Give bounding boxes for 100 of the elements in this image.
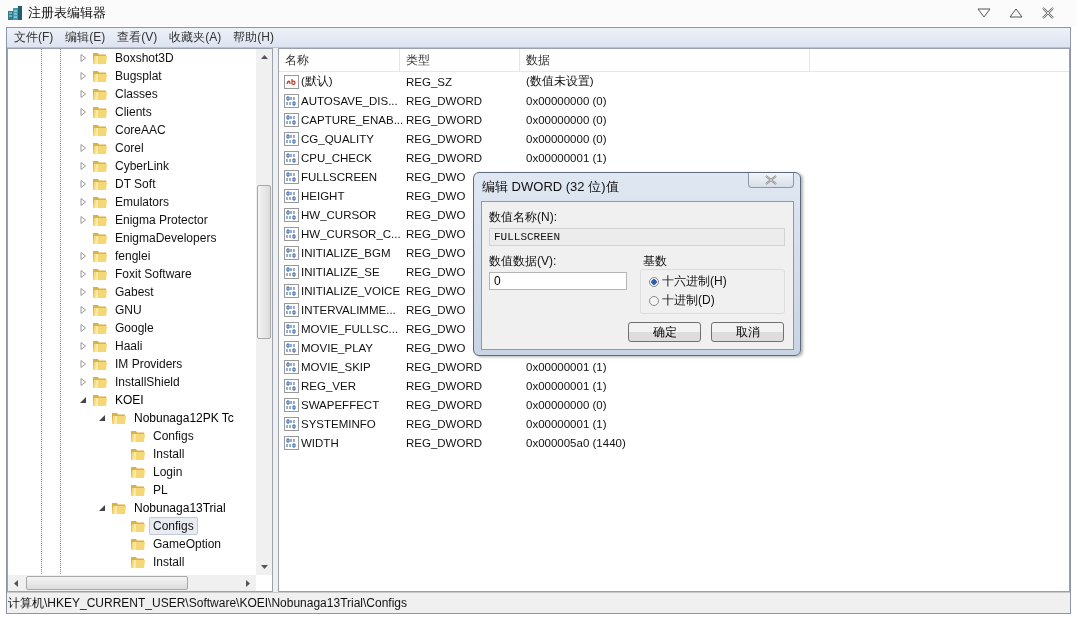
tree-item[interactable]: CoreAAC	[111, 121, 170, 139]
expanded-arrow-icon[interactable]	[97, 503, 107, 513]
collapsed-arrow-icon[interactable]	[78, 197, 88, 207]
value-name[interactable]: WIDTH	[301, 436, 339, 449]
tree-item[interactable]: Nobunaga13Trial	[130, 499, 230, 517]
collapsed-arrow-icon[interactable]	[78, 323, 88, 333]
collapsed-arrow-icon[interactable]	[78, 53, 88, 63]
column-header[interactable]: 类型	[400, 49, 520, 71]
value-name[interactable]: INITIALIZE_SE	[301, 265, 380, 278]
collapsed-arrow-icon[interactable]	[78, 161, 88, 171]
tree-item[interactable]: InstallShield	[111, 373, 184, 391]
tree-item[interactable]: Nobunaga12PK Tc	[130, 409, 238, 427]
menu-item[interactable]: 编辑(E)	[59, 29, 112, 46]
collapsed-arrow-icon[interactable]	[78, 359, 88, 369]
value-name[interactable]: INITIALIZE_BGM	[301, 246, 391, 259]
scroll-down-arrow-icon[interactable]	[260, 565, 268, 569]
menu-item[interactable]: 帮助(H)	[227, 29, 280, 46]
tree-item[interactable]: Corel	[111, 139, 148, 157]
minimize-icon[interactable]	[977, 8, 991, 18]
value-name[interactable]: HW_CURSOR	[301, 208, 377, 221]
tree-item[interactable]: Login	[149, 463, 187, 481]
tree-item[interactable]: IM Providers	[111, 355, 187, 373]
collapsed-arrow-icon[interactable]	[78, 269, 88, 279]
collapsed-arrow-icon[interactable]	[78, 143, 88, 153]
value-data-field[interactable]: 0	[489, 272, 627, 290]
tree-item[interactable]: DT Soft	[111, 175, 160, 193]
tree-item[interactable]: Install	[149, 445, 189, 463]
tree-item[interactable]: GameOption	[149, 535, 226, 553]
tree-item[interactable]: Configs	[149, 427, 198, 445]
tree-item[interactable]: Foxit Software	[111, 265, 196, 283]
collapsed-arrow-icon[interactable]	[78, 71, 88, 81]
value-name[interactable]: INTERVALIMME...	[301, 303, 396, 316]
tree-item[interactable]: PL	[149, 481, 172, 499]
menu-item[interactable]: 收藏夹(A)	[163, 29, 228, 46]
value-type: REG_DWO	[406, 303, 466, 316]
collapsed-arrow-icon[interactable]	[78, 287, 88, 297]
tree-item[interactable]: EnigmaDevelopers	[111, 229, 221, 247]
tree-item[interactable]: Boxshot3D	[111, 49, 178, 67]
value-name[interactable]: MOVIE_PLAY	[301, 341, 373, 354]
collapsed-arrow-icon[interactable]	[78, 107, 88, 117]
value-name[interactable]: FULLSCREEN	[301, 170, 378, 183]
value-name[interactable]: HW_CURSOR_C...	[301, 227, 401, 240]
value-name[interactable]: CPU_CHECK	[301, 151, 372, 164]
close-button[interactable]	[748, 173, 794, 188]
value-name[interactable]: INITIALIZE_VOICE	[301, 284, 401, 297]
dialog-button[interactable]: 确定	[628, 322, 701, 342]
close-icon[interactable]	[1041, 7, 1055, 19]
scroll-left-arrow-icon[interactable]	[14, 579, 18, 587]
dialog-button[interactable]: 取消	[711, 322, 784, 342]
value-type: REG_DWORD	[406, 132, 483, 145]
value-name[interactable]: AUTOSAVE_DIS...	[301, 94, 398, 107]
collapsed-arrow-icon[interactable]	[78, 251, 88, 261]
collapsed-arrow-icon[interactable]	[78, 179, 88, 189]
collapsed-arrow-icon[interactable]	[78, 89, 88, 99]
value-data: 0x00000001 (1)	[526, 151, 607, 164]
value-name[interactable]: (默认)	[301, 74, 333, 89]
column-header[interactable]: 数据	[520, 49, 810, 71]
value-name[interactable]: CAPTURE_ENAB...	[301, 113, 404, 126]
collapsed-arrow-icon[interactable]	[78, 215, 88, 225]
tree-item[interactable]: Emulators	[111, 193, 174, 211]
tree-item[interactable]: Gabest	[111, 283, 158, 301]
collapsed-arrow-icon[interactable]	[78, 341, 88, 351]
tree-item[interactable]: Haali	[111, 337, 147, 355]
radio-button[interactable]: 十六进制(H)	[649, 273, 784, 290]
scroll-right-arrow-icon[interactable]	[246, 579, 250, 587]
scrollbar-thumb[interactable]	[26, 576, 188, 590]
expanded-arrow-icon[interactable]	[97, 413, 107, 423]
value-name[interactable]: SWAPEFFECT	[301, 398, 380, 411]
value-name[interactable]: MOVIE_SKIP	[301, 360, 371, 373]
tree-item[interactable]: Google	[111, 319, 158, 337]
menu-item[interactable]: 文件(F)	[8, 29, 60, 46]
value-name[interactable]: SYSTEMINFO	[301, 417, 376, 430]
maximize-icon[interactable]	[1009, 8, 1023, 18]
scroll-up-arrow-icon[interactable]	[260, 55, 268, 59]
tree-item[interactable]: fenglei	[111, 247, 155, 265]
collapsed-arrow-icon[interactable]	[78, 377, 88, 387]
tree-item[interactable]: KOEI	[111, 391, 148, 409]
collapsed-arrow-icon[interactable]	[78, 305, 88, 315]
vertical-scrollbar[interactable]	[256, 49, 272, 575]
radio-button[interactable]: 十进制(D)	[649, 292, 784, 309]
tree-item[interactable]: CyberLink	[111, 157, 174, 175]
value-name[interactable]: REG_VER	[301, 379, 356, 392]
value-name[interactable]: CG_QUALITY	[301, 132, 374, 145]
menu-item[interactable]: 查看(V)	[111, 29, 164, 46]
tree-item[interactable]: Bugsplat	[111, 67, 166, 85]
horizontal-scrollbar[interactable]	[8, 575, 256, 591]
tree-item[interactable]: Install	[149, 553, 189, 571]
tree-item[interactable]: Clients	[111, 103, 156, 121]
expanded-arrow-icon[interactable]	[78, 395, 88, 405]
scrollbar-thumb[interactable]	[257, 185, 271, 339]
tree-item[interactable]: GNU	[111, 301, 146, 319]
value-name[interactable]: MOVIE_FULLSC...	[301, 322, 399, 335]
tree-item[interactable]: Configs	[149, 517, 198, 535]
binary-value-icon	[284, 435, 299, 450]
tree-item[interactable]: Classes	[111, 85, 162, 103]
binary-value-icon	[284, 264, 299, 279]
tree-item[interactable]: Enigma Protector	[111, 211, 212, 229]
column-header[interactable]: 名称	[279, 49, 400, 71]
value-name[interactable]: HEIGHT	[301, 189, 345, 202]
folder-icon	[92, 140, 108, 156]
